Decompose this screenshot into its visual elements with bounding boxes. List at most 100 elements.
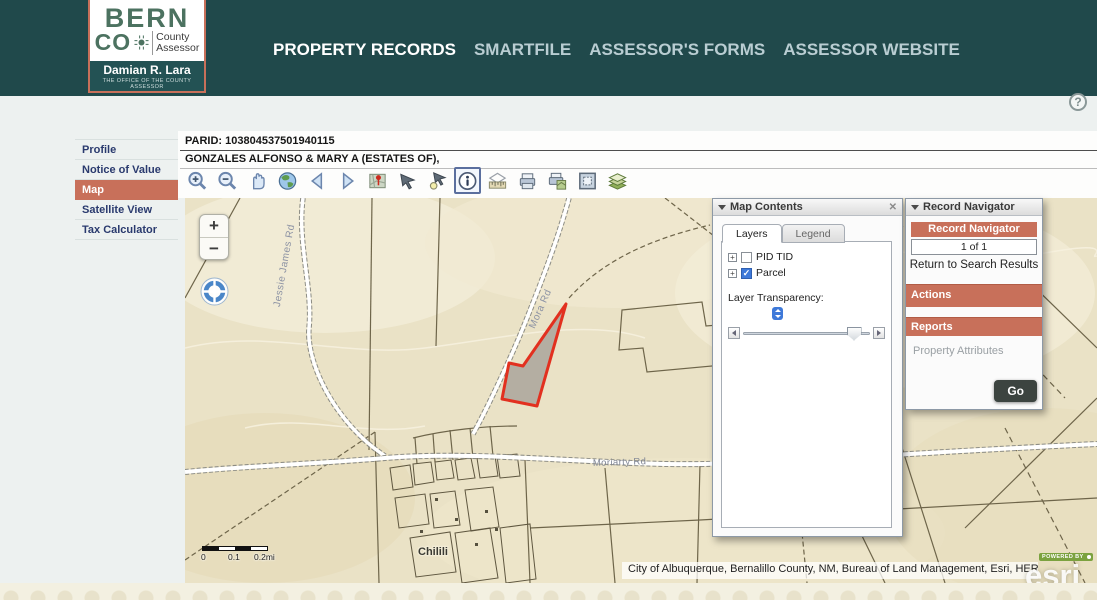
slider-left-button[interactable] (728, 327, 740, 339)
locate-tool[interactable] (364, 167, 391, 194)
sidebar-item-satellite-view[interactable]: Satellite View (75, 200, 178, 220)
nav-smartfile[interactable]: SMARTFILE (474, 40, 571, 60)
layer-label-pid-tid: PID TID (756, 251, 793, 263)
zoom-out-tool[interactable] (214, 167, 241, 194)
expand-icon[interactable]: + (728, 253, 737, 262)
next-extent-tool[interactable] (334, 167, 361, 194)
layer-label-parcel: Parcel (756, 267, 786, 279)
nav-assessor-website[interactable]: ASSESSOR WEBSITE (783, 40, 960, 60)
layers-stack-icon (606, 169, 629, 193)
select-tool[interactable] (394, 167, 421, 194)
layers-panel-body: + PID TID + ✓ Parcel Layer Transparency: (721, 241, 892, 528)
overview-extent-icon (576, 169, 599, 193)
scale-tick-01: 0.1 (228, 552, 240, 562)
transparency-label: Layer Transparency: (728, 292, 885, 304)
record-header: PARID: 103804537501940115 GONZALES ALFON… (180, 135, 1097, 169)
nav-property-records[interactable]: PROPERTY RECORDS (273, 40, 456, 60)
map-contents-header[interactable]: Map Contents ✕ (713, 199, 902, 216)
compass-locate-icon[interactable] (200, 277, 229, 306)
town-label: Chilili (418, 546, 448, 558)
slider-track[interactable] (743, 332, 870, 335)
record-navigator-panel: Record Navigator Record Navigator 1 of 1… (905, 198, 1043, 410)
help-icon[interactable]: ? (1069, 93, 1087, 111)
map-contents-title: Map Contents (730, 201, 803, 213)
scale-tick-0: 0 (201, 552, 206, 562)
zia-sun-icon (134, 35, 149, 50)
overview-tool[interactable] (574, 167, 601, 194)
forward-arrow-icon (336, 169, 359, 193)
logo-bern-text: BERN (90, 5, 204, 31)
left-arrow-icon (732, 330, 736, 336)
identify-tool[interactable] (454, 167, 481, 194)
collapse-triangle-icon[interactable] (718, 205, 726, 210)
map-zoom-out-button[interactable]: − (200, 237, 228, 259)
zoom-out-icon (216, 169, 239, 193)
tab-layers[interactable]: Layers (722, 224, 782, 243)
pan-tool[interactable] (244, 167, 271, 194)
zoom-in-icon (186, 169, 209, 193)
layer-row-pid-tid: + PID TID (728, 251, 885, 263)
parcel-checkbox[interactable]: ✓ (741, 268, 752, 279)
sidebar-item-profile[interactable]: Profile (75, 140, 178, 160)
powered-by-badge: POWERED BY (1039, 553, 1093, 561)
transparency-slider (728, 327, 885, 339)
transparency-spinner-icon[interactable] (772, 307, 783, 320)
bernco-logo[interactable]: BERN CO County Assessor (88, 0, 206, 93)
map-contents-panel: Map Contents ✕ Layers Legend + PID TID +… (712, 198, 903, 537)
close-icon[interactable]: ✕ (889, 202, 897, 213)
go-button[interactable]: Go (994, 380, 1037, 402)
parid-text: PARID: 103804537501940115 (180, 135, 1097, 151)
scale-bar: 0 0.1 0.2mi (202, 546, 272, 561)
identify-info-icon (456, 169, 479, 193)
print-map-tool[interactable] (544, 167, 571, 194)
layers-tool[interactable] (604, 167, 631, 194)
site-header: BERN CO County Assessor (0, 0, 1097, 96)
map-zoom-in-button[interactable]: + (200, 215, 228, 237)
sidebar-item-map[interactable]: Map (75, 180, 178, 200)
moriarty-rd-label: Moriarty Rd (593, 456, 647, 469)
printer-icon (516, 169, 539, 193)
layer-row-parcel: + ✓ Parcel (728, 267, 885, 279)
map-contents-tabs: Layers Legend (722, 224, 845, 243)
expand-icon[interactable]: + (728, 269, 737, 278)
logo-co-text: CO (95, 29, 132, 56)
printer-map-icon (546, 169, 569, 193)
slider-right-button[interactable] (873, 327, 885, 339)
logo-county-assessor: County Assessor (156, 32, 199, 54)
logo-co-row: CO County Assessor (90, 29, 204, 56)
hyperlink-tool[interactable] (424, 167, 451, 194)
pid-tid-checkbox[interactable] (741, 252, 752, 263)
slider-thumb[interactable] (847, 327, 862, 341)
assessor-map-page: BERN CO County Assessor (0, 0, 1097, 600)
map-toolbar (184, 165, 631, 196)
pan-hand-icon (246, 169, 269, 193)
property-attributes-label: Property Attributes (913, 345, 1042, 357)
record-navigator-banner: Record Navigator (911, 222, 1037, 237)
return-to-search-link[interactable]: Return to Search Results (906, 259, 1042, 271)
measure-ruler-icon (486, 169, 509, 193)
map-pin-icon (366, 169, 389, 193)
full-extent-tool[interactable] (274, 167, 301, 194)
globe-icon (276, 169, 299, 193)
actions-bar[interactable]: Actions (906, 284, 1042, 307)
sidebar: Profile Notice of Value Map Satellite Vi… (75, 139, 178, 240)
previous-extent-tool[interactable] (304, 167, 331, 194)
back-arrow-icon (306, 169, 329, 193)
scale-tick-02mi: 0.2mi (254, 552, 275, 562)
zoom-in-tool[interactable] (184, 167, 211, 194)
collapse-triangle-icon[interactable] (911, 205, 919, 210)
cursor-link-icon (426, 169, 449, 193)
reports-bar[interactable]: Reports (906, 317, 1042, 336)
record-position-box[interactable]: 1 of 1 (911, 239, 1037, 255)
sidebar-item-tax-calculator[interactable]: Tax Calculator (75, 220, 178, 240)
nav-assessors-forms[interactable]: ASSESSOR'S FORMS (589, 40, 765, 60)
sidebar-item-notice-of-value[interactable]: Notice of Value (75, 160, 178, 180)
record-navigator-title: Record Navigator (923, 201, 1015, 213)
office-caption: THE OFFICE OF THE COUNTY ASSESSOR (90, 78, 204, 90)
cursor-arrow-icon (396, 169, 419, 193)
measure-tool[interactable] (484, 167, 511, 194)
tab-legend[interactable]: Legend (782, 224, 845, 243)
assessor-name: Damian R. Lara (90, 63, 204, 77)
print-tool[interactable] (514, 167, 541, 194)
record-navigator-header[interactable]: Record Navigator (906, 199, 1042, 216)
